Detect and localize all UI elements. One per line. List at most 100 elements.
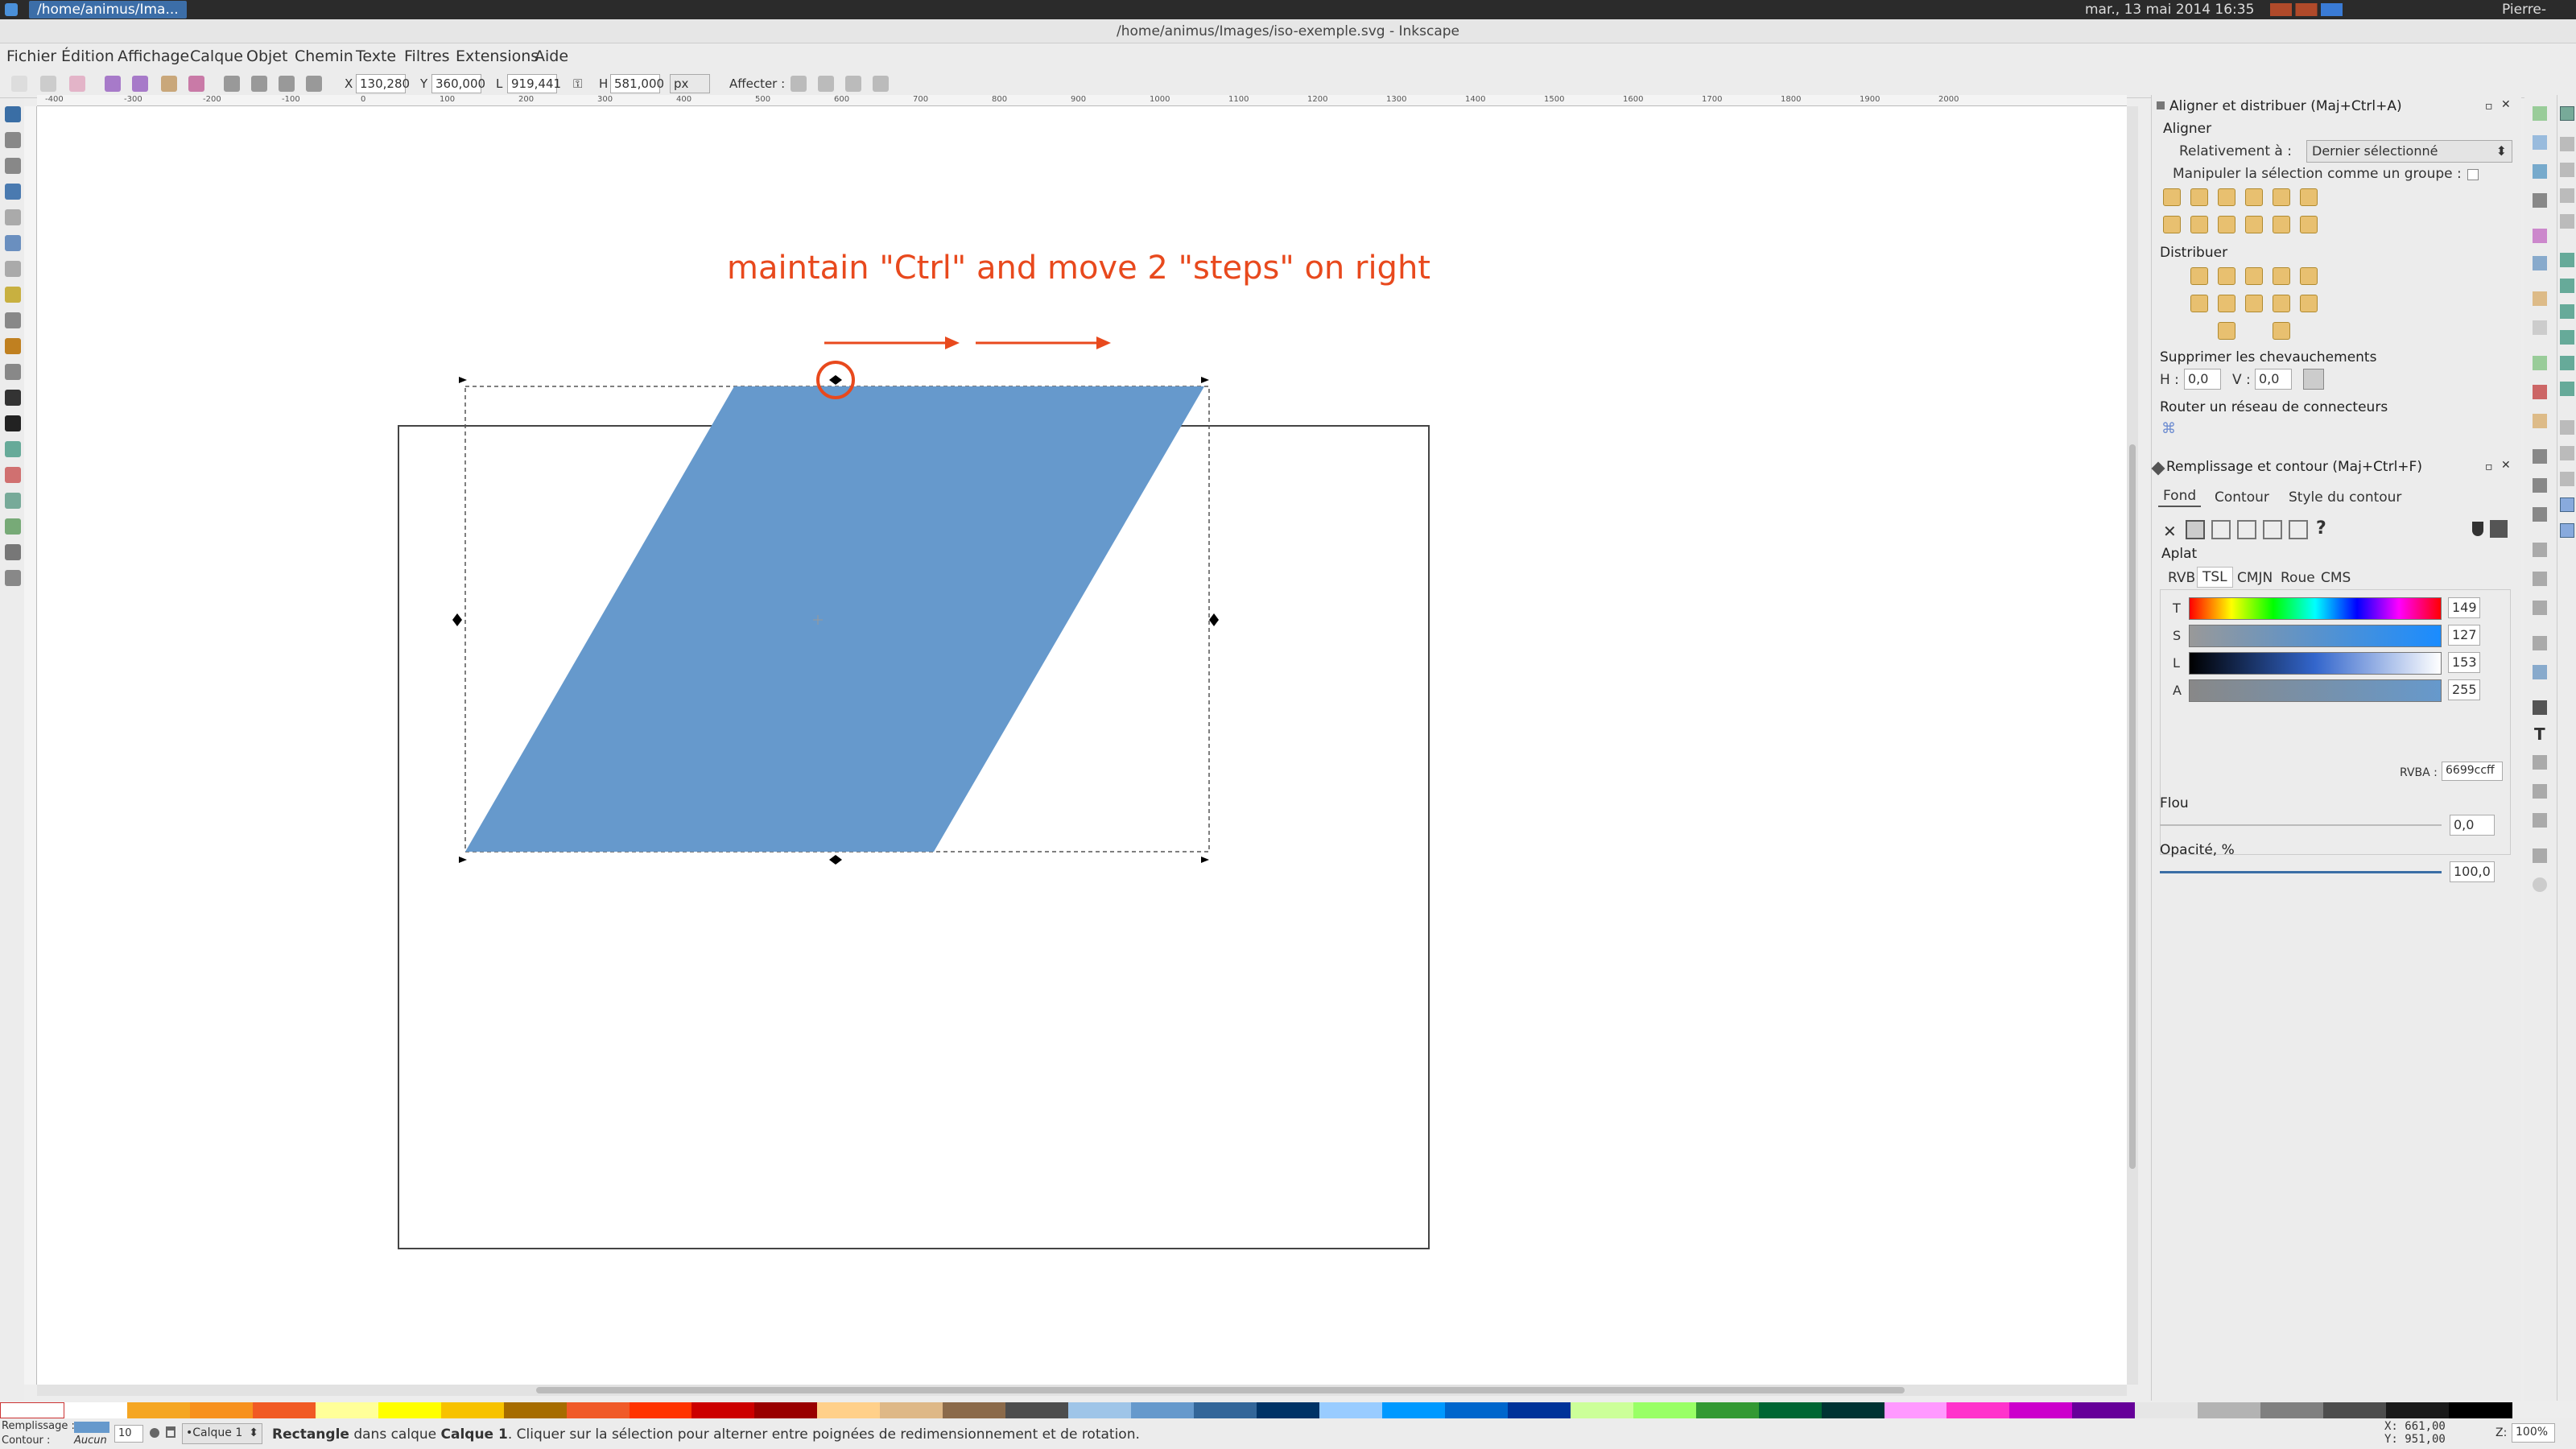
snap-cusp-nodes-icon[interactable] — [2560, 330, 2574, 345]
import-icon[interactable] — [2533, 229, 2547, 243]
zoom-selection-icon[interactable] — [2533, 449, 2547, 464]
copy-icon[interactable] — [2533, 356, 2547, 370]
remove-overlap-button[interactable] — [2303, 369, 2324, 390]
tab-cmyk[interactable]: CMJN — [2232, 568, 2277, 588]
route-connectors-icon[interactable]: ⌘ — [2161, 420, 2181, 438]
layer-visibility-icon[interactable] — [150, 1428, 159, 1438]
vertical-scroll-thumb[interactable] — [2129, 444, 2136, 1169]
palette-swatch[interactable] — [64, 1402, 128, 1418]
layers-icon[interactable] — [2533, 755, 2547, 770]
height-input[interactable]: 581,000 — [610, 74, 664, 93]
fill-rule-evenodd-icon[interactable] — [2472, 522, 2483, 536]
app-menu-icon[interactable] — [5, 3, 18, 16]
spiral-tool-icon[interactable] — [5, 312, 21, 328]
move-gradients-icon[interactable] — [845, 76, 861, 92]
tab-wheel[interactable]: Roue — [2276, 568, 2320, 588]
linear-gradient-button[interactable] — [2211, 520, 2231, 539]
palette-swatch[interactable] — [2323, 1402, 2388, 1418]
palette-swatch[interactable] — [943, 1402, 1007, 1418]
no-paint-icon[interactable]: ✕ — [2163, 522, 2177, 541]
palette-swatch[interactable] — [1194, 1402, 1257, 1418]
palette-swatch[interactable] — [1695, 1402, 1760, 1418]
ungroup-icon[interactable] — [2533, 665, 2547, 679]
palette-swatch[interactable] — [1946, 1402, 2011, 1418]
open-icon[interactable] — [2533, 135, 2547, 150]
palette-swatch[interactable] — [2135, 1402, 2199, 1418]
tab-rgb[interactable]: RVB — [2163, 568, 2200, 588]
zoom-input[interactable]: 100% — [2512, 1423, 2555, 1443]
align-right-icon[interactable] — [2245, 188, 2263, 206]
rotate-ccw-icon[interactable] — [105, 76, 121, 92]
selector-tool-icon[interactable] — [5, 106, 21, 122]
stroke-value[interactable]: Aucun — [74, 1435, 107, 1447]
gradient-tool-icon[interactable] — [5, 518, 21, 535]
palette-swatch[interactable] — [2386, 1402, 2450, 1418]
snap-page-border-icon[interactable] — [2560, 472, 2574, 486]
layer-select[interactable]: •Calque 1 ⬍ — [182, 1423, 262, 1444]
palette-swatch[interactable] — [2009, 1402, 2074, 1418]
tab-cms[interactable]: CMS — [2316, 568, 2355, 588]
saturation-slider[interactable] — [2189, 625, 2442, 647]
fill-swatch[interactable] — [74, 1422, 109, 1433]
unit-select[interactable]: px — [670, 74, 710, 93]
palette-swatch[interactable] — [629, 1402, 693, 1418]
rgba-input[interactable]: 6699ccff — [2442, 762, 2503, 781]
vertical-scrollbar[interactable] — [2127, 106, 2138, 1385]
snap-smooth-nodes-icon[interactable] — [2560, 356, 2574, 370]
horizontal-scrollbar[interactable] — [37, 1385, 2127, 1396]
distribute-bottom-icon[interactable] — [2245, 295, 2263, 312]
lightness-input[interactable]: 153 — [2448, 652, 2480, 673]
flip-vertical-icon[interactable] — [188, 76, 204, 92]
width-input[interactable]: 919,441 — [507, 74, 561, 93]
distribute-center-v-icon[interactable] — [2218, 295, 2235, 312]
snap-centers-icon[interactable] — [2560, 420, 2574, 435]
saturation-input[interactable]: 127 — [2448, 625, 2480, 646]
tweak-tool-icon[interactable] — [5, 158, 21, 174]
horizontal-ruler[interactable]: -400 -300 -200 -100 0 100 200 300 400 500 600 700 80… — [37, 95, 2127, 106]
flat-color-button[interactable] — [2186, 520, 2205, 539]
menu-fichier[interactable]: Fichier — [6, 43, 56, 69]
align-right-to-left-icon[interactable] — [2163, 188, 2181, 206]
palette-swatch[interactable] — [691, 1402, 756, 1418]
node-tool-icon[interactable] — [5, 132, 21, 148]
panel-iconify-icon[interactable]: ▫ — [2485, 100, 2493, 113]
palette-swatch[interactable] — [1633, 1402, 1697, 1418]
tab-stroke[interactable]: Contour — [2210, 488, 2274, 507]
ellipse-tool-icon[interactable] — [5, 261, 21, 277]
palette-swatch[interactable] — [1381, 1402, 1446, 1418]
dropper-tool-icon[interactable] — [5, 544, 21, 560]
calligraphy-tool-icon[interactable] — [5, 390, 21, 406]
relative-to-select[interactable]: Dernier sélectionné ⬍ — [2306, 140, 2512, 163]
opacity-slider[interactable] — [2160, 871, 2442, 873]
menu-calque[interactable]: Calque — [190, 43, 243, 69]
snap-bbox-corners-icon[interactable] — [2560, 188, 2574, 203]
undo-icon[interactable] — [2533, 291, 2547, 306]
select-all-layers-icon[interactable] — [40, 76, 56, 92]
radial-gradient-button[interactable] — [2237, 520, 2256, 539]
distribute-gaps-v-icon[interactable] — [2273, 295, 2290, 312]
tab-stroke-style[interactable]: Style du contour — [2284, 488, 2406, 507]
group-icon[interactable] — [2533, 636, 2547, 650]
lock-ratio-icon[interactable]: ⚿ — [573, 74, 584, 91]
fill-panel-close-icon[interactable]: ✕ — [2501, 459, 2511, 472]
distribute-right-icon[interactable] — [2245, 267, 2263, 285]
snap-paths-icon[interactable] — [2560, 279, 2574, 293]
document-properties-icon[interactable] — [2533, 848, 2547, 863]
align-baseline-vertical-icon[interactable] — [2300, 216, 2318, 233]
palette-swatch[interactable] — [1444, 1402, 1509, 1418]
palette-swatch[interactable] — [1319, 1402, 1383, 1418]
raise-to-top-icon[interactable] — [224, 76, 240, 92]
alpha-slider[interactable] — [2189, 679, 2442, 702]
align-left-icon[interactable] — [2190, 188, 2208, 206]
overlap-v-input[interactable]: 0,0 — [2255, 369, 2292, 390]
align-bottom-icon[interactable] — [2245, 216, 2263, 233]
align-distribute-icon[interactable] — [2533, 813, 2547, 828]
menu-texte[interactable]: Texte — [356, 43, 396, 69]
text-tool-icon[interactable] — [5, 415, 21, 431]
palette-swatch[interactable] — [1131, 1402, 1195, 1418]
palette-swatch[interactable] — [503, 1402, 568, 1418]
snap-intersections-icon[interactable] — [2560, 304, 2574, 319]
palette-swatch[interactable] — [315, 1402, 379, 1418]
align-left-to-right-icon[interactable] — [2273, 188, 2290, 206]
tab-fill[interactable]: Fond — [2158, 486, 2202, 507]
